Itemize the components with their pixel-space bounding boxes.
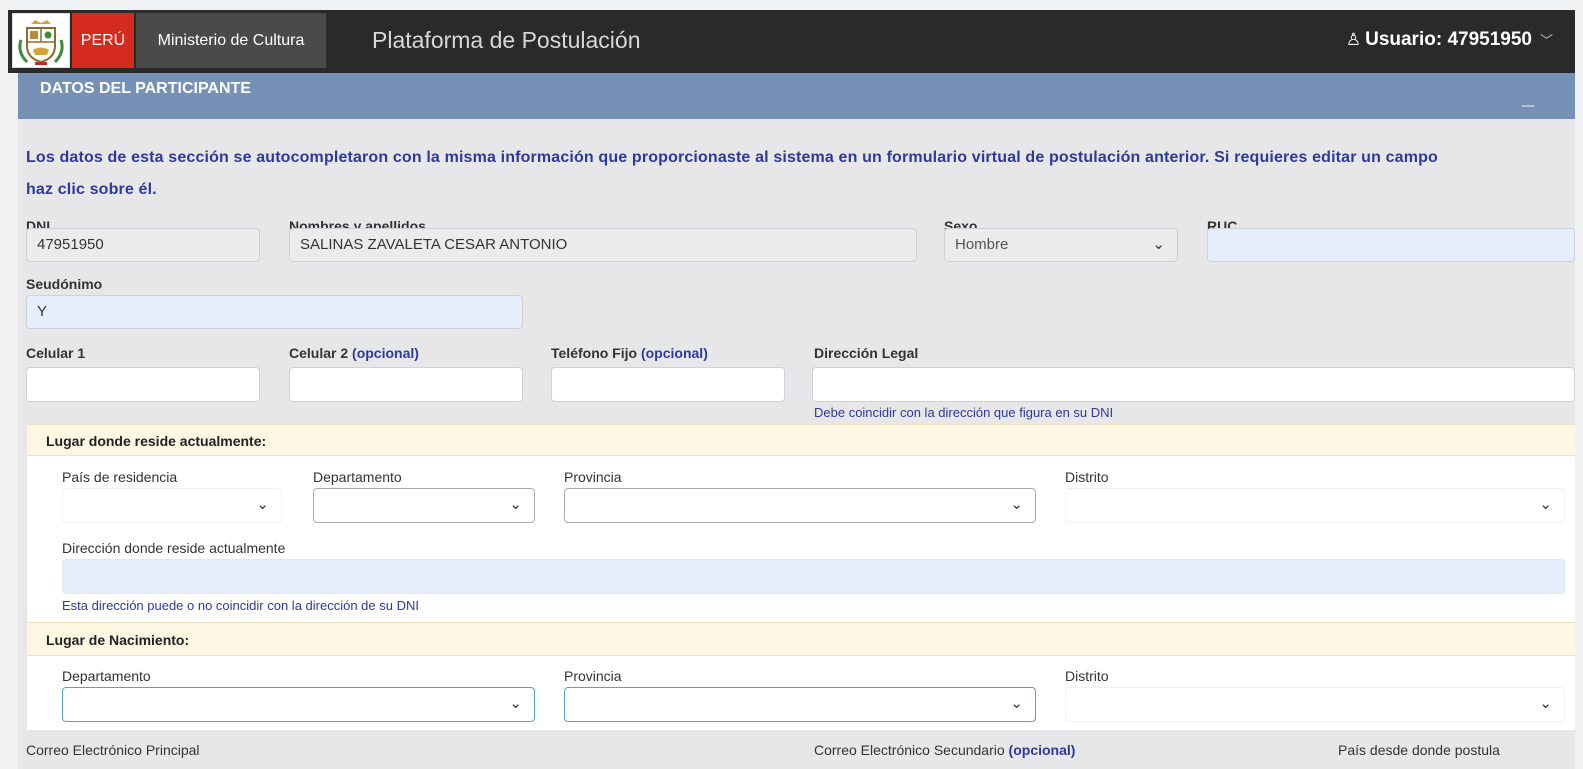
- peru-label: PERÚ: [72, 13, 134, 68]
- user-menu[interactable]: ♙ Usuario: 47951950 ﹀: [1346, 22, 1553, 59]
- direccion-legal-hint: Debe coincidir con la dirección que figu…: [814, 405, 1114, 420]
- pais-residencia-label: País de residencia: [62, 469, 178, 485]
- provincia-residencia-select[interactable]: ⌄: [564, 488, 1036, 523]
- chevron-down-icon: ⌄: [1010, 496, 1023, 513]
- ruc-field[interactable]: [1207, 228, 1575, 262]
- celular1-label: Celular 1: [26, 345, 86, 361]
- distrito-residencia-select[interactable]: ⌄: [1065, 488, 1565, 523]
- distrito-residencia-label: Distrito: [1065, 469, 1109, 485]
- user-icon: ♙: [1345, 30, 1362, 49]
- direccion-legal-field[interactable]: [812, 367, 1575, 402]
- chevron-down-icon: ⌄: [1010, 695, 1023, 712]
- minimize-icon[interactable]: _: [1522, 84, 1534, 110]
- chevron-down-icon: ⌄: [1152, 236, 1165, 253]
- pais-residencia-select[interactable]: ⌄: [62, 488, 282, 523]
- departamento-nacimiento-select[interactable]: ⌄: [62, 687, 535, 722]
- provincia-nacimiento-label: Provincia: [564, 668, 622, 684]
- departamento-residencia-select[interactable]: ⌄: [313, 488, 535, 523]
- chevron-down-icon: ⌄: [1539, 496, 1552, 513]
- info-message: Los datos de esta sección se autocomplet…: [26, 142, 1576, 206]
- chevron-down-icon: ⌄: [509, 695, 522, 712]
- departamento-residencia-label: Departamento: [313, 469, 402, 485]
- platform-title: Plataforma de Postulación: [372, 27, 641, 53]
- nacimiento-title: Lugar de Nacimiento:: [46, 632, 190, 648]
- chevron-down-icon: ﹀: [1539, 33, 1553, 48]
- chevron-down-icon: ⌄: [1539, 695, 1552, 712]
- section-header[interactable]: [18, 73, 1575, 119]
- distrito-nacimiento-select[interactable]: ⌄: [1065, 687, 1565, 722]
- nombres-field: SALINAS ZAVALETA CESAR ANTONIO: [289, 228, 917, 262]
- provincia-residencia-label: Provincia: [564, 469, 622, 485]
- provincia-nacimiento-select[interactable]: ⌄: [564, 687, 1036, 722]
- info-line-2: haz clic sobre él.: [26, 181, 157, 198]
- nacimiento-header: [27, 622, 1575, 656]
- correo-principal-label: Correo Electrónico Principal: [26, 742, 200, 758]
- sexo-select[interactable]: Hombre ⌄: [944, 228, 1178, 262]
- celular1-field[interactable]: [26, 367, 260, 402]
- distrito-nacimiento-label: Distrito: [1065, 668, 1109, 684]
- seudonimo-field[interactable]: Y: [26, 295, 523, 329]
- direccion-residencia-field[interactable]: [62, 559, 1565, 594]
- chevron-down-icon: ⌄: [256, 496, 269, 513]
- telefono-field[interactable]: [551, 367, 785, 402]
- correo-secundario-label: Correo Electrónico Secundario (opcional): [814, 742, 1076, 758]
- peru-emblem-icon: [12, 13, 70, 68]
- ministry-label[interactable]: Ministerio de Cultura: [136, 13, 326, 68]
- sexo-value: Hombre: [955, 236, 1009, 253]
- dni-field: 47951950: [26, 228, 260, 262]
- user-label: Usuario: 47951950: [1365, 29, 1532, 50]
- celular2-label: Celular 2 (opcional): [289, 345, 419, 361]
- seudonimo-label: Seudónimo: [26, 276, 103, 292]
- telefono-label: Teléfono Fijo (opcional): [551, 345, 708, 361]
- direccion-legal-label: Dirección Legal: [814, 345, 919, 361]
- chevron-down-icon: ⌄: [509, 496, 522, 513]
- section-title: DATOS DEL PARTICIPANTE: [40, 80, 251, 97]
- residencia-title: Lugar donde reside actualmente:: [46, 433, 267, 449]
- pais-postula-label: País desde donde postula: [1338, 742, 1500, 758]
- celular2-field[interactable]: [289, 367, 523, 402]
- direccion-residencia-label: Dirección donde reside actualmente: [62, 540, 286, 556]
- info-line-1: Los datos de esta sección se autocomplet…: [26, 149, 1438, 166]
- departamento-nacimiento-label: Departamento: [62, 668, 151, 684]
- direccion-residencia-hint: Esta dirección puede o no coincidir con …: [62, 598, 419, 613]
